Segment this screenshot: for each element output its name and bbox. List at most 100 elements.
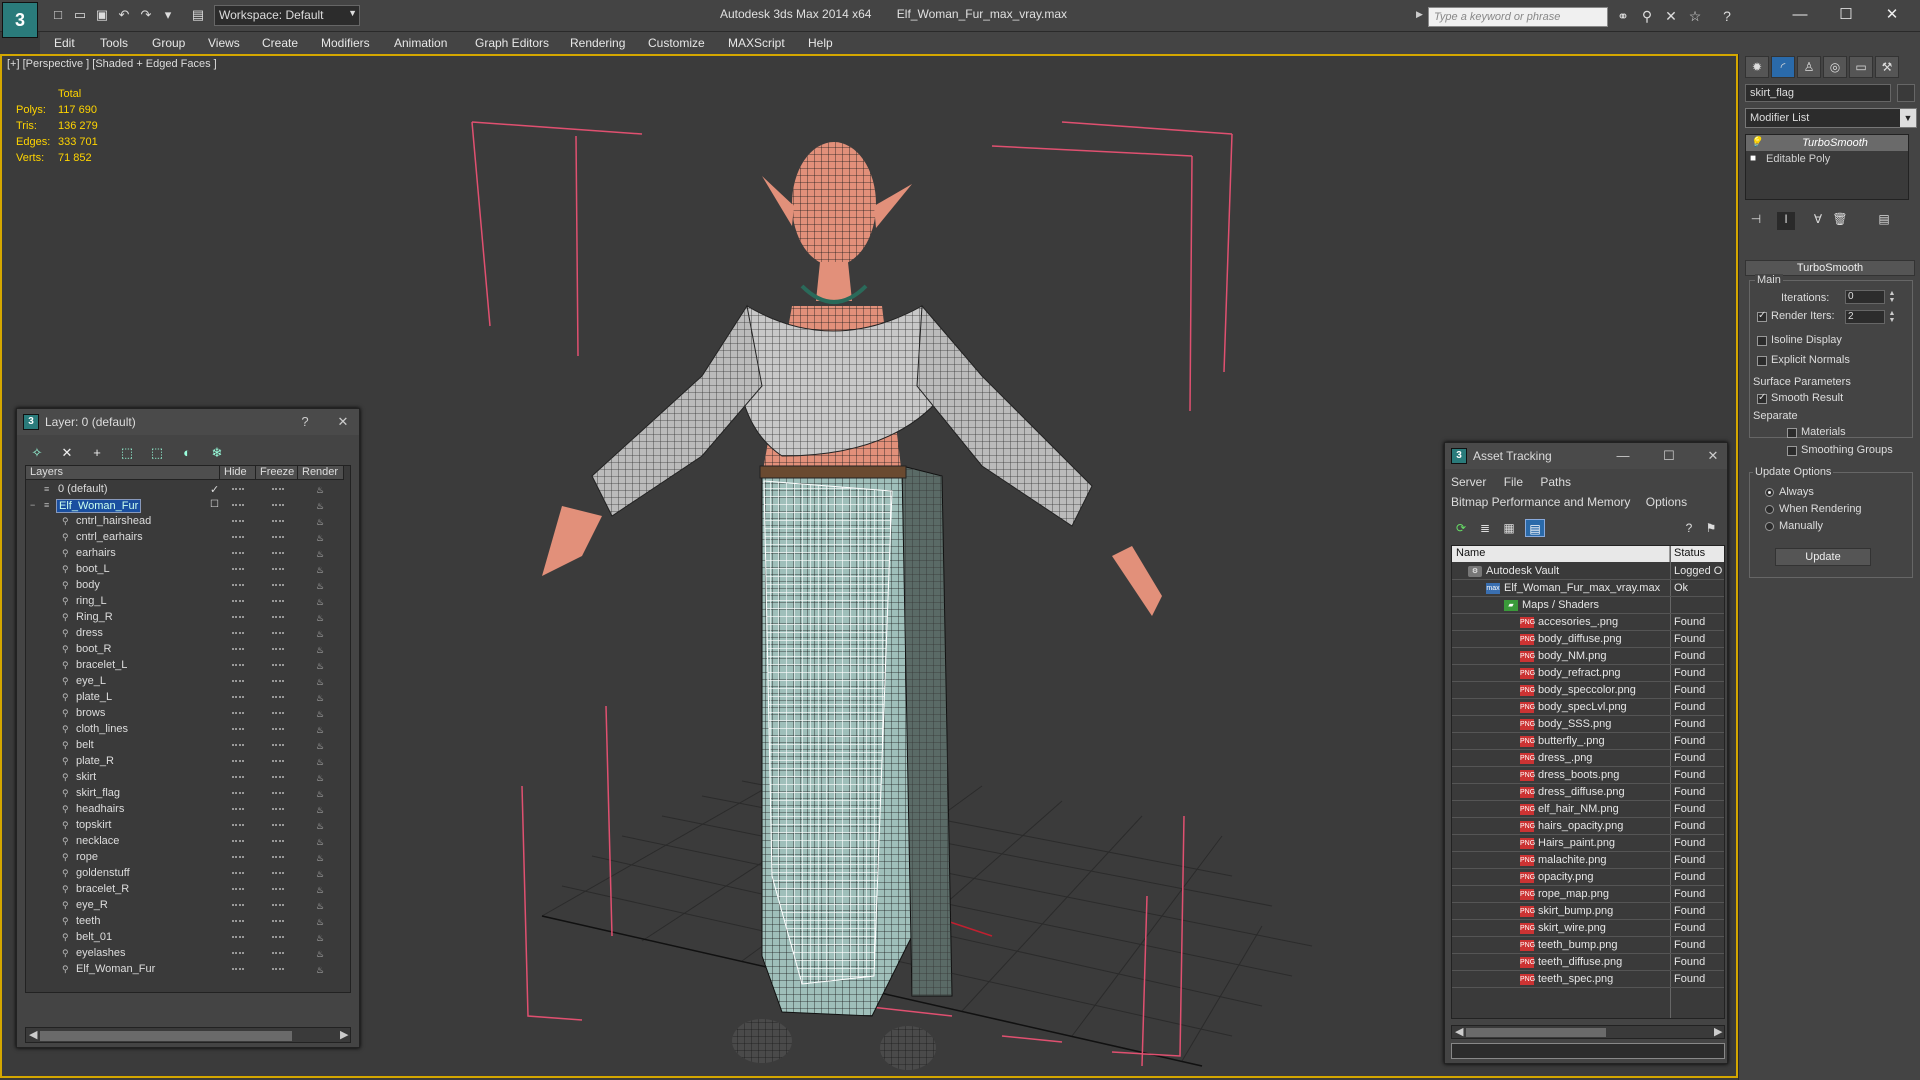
asset-row-map[interactable]: PNG rope_map.png Found [1452,886,1724,903]
freeze-toggle[interactable] [272,600,284,603]
teapot-render-icon[interactable]: ♨ [316,677,328,687]
list-view-icon[interactable]: ≣ [1475,519,1495,537]
highlight-icon[interactable]: ⚑ [1701,519,1721,537]
search-expand-icon[interactable]: ▶ [1416,9,1424,25]
hide-toggle[interactable] [232,520,244,523]
workspace-select[interactable]: Workspace: Default ▼ [214,5,360,26]
freeze-toggle[interactable] [272,536,284,539]
close-button[interactable]: ✕ [1701,447,1725,465]
hide-toggle[interactable] [232,696,244,699]
asset-row-map[interactable]: PNG skirt_wire.png Found [1452,920,1724,937]
layer-name[interactable]: topskirt [74,819,113,833]
freeze-toggle[interactable] [272,504,284,507]
communication-icon[interactable]: ✕ [1662,7,1680,25]
asset-row-map[interactable]: PNG opacity.png Found [1452,869,1724,886]
layer-name[interactable]: bracelet_R [74,883,131,897]
layer-name[interactable]: cntrl_hairshead [74,515,153,529]
layer-name[interactable]: cloth_lines [74,723,130,737]
menu-bitmap-performance[interactable]: Bitmap Performance and Memory [1451,495,1630,509]
teapot-render-icon[interactable]: ♨ [316,709,328,719]
layer-row[interactable]: ⚲ goldenstuff ♨ [26,866,350,882]
layer-row[interactable]: ⚲ dress ♨ [26,626,350,642]
freeze-toggle[interactable] [272,552,284,555]
hide-toggle[interactable] [232,936,244,939]
isoline-display-checkbox[interactable] [1757,336,1767,346]
teapot-render-icon[interactable]: ♨ [316,581,328,591]
layer-row[interactable]: ⚲ plate_L ♨ [26,690,350,706]
hide-toggle[interactable] [232,712,244,715]
layer-row[interactable]: ⚲ plate_R ♨ [26,754,350,770]
layer-name[interactable]: belt_01 [74,931,114,945]
close-button[interactable]: ✕ [1872,4,1912,26]
materials-checkbox[interactable] [1787,428,1797,438]
scroll-thumb[interactable] [1466,1028,1606,1037]
layer-row[interactable]: ⚲ topskirt ♨ [26,818,350,834]
lightbulb-icon[interactable]: 💡 [1750,137,1762,148]
layer-row[interactable]: ⚲ eye_R ♨ [26,898,350,914]
freeze-toggle[interactable] [272,920,284,923]
freeze-toggle[interactable] [272,488,284,491]
teapot-render-icon[interactable]: ♨ [316,885,328,895]
new-layer-icon[interactable]: ✧ [27,443,47,463]
menu-server[interactable]: Server [1451,475,1486,489]
freeze-toggle[interactable] [272,872,284,875]
menu-create[interactable]: Create [262,36,298,50]
layer-row[interactable]: ⚲ necklace ♨ [26,834,350,850]
freeze-toggle[interactable] [272,712,284,715]
layer-dialog-titlebar[interactable]: 3 Layer: 0 (default) ? ✕ [17,409,359,435]
hide-toggle[interactable] [232,680,244,683]
asset-row-map[interactable]: PNG body_diffuse.png Found [1452,631,1724,648]
asset-row-map[interactable]: PNG body_SSS.png Found [1452,716,1724,733]
search-input[interactable]: Type a keyword or phrase [1428,7,1608,27]
teapot-render-icon[interactable]: ♨ [316,805,328,815]
new-file-icon[interactable]: □ [50,7,66,23]
table-view-icon[interactable]: ▤ [1525,519,1545,537]
freeze-toggle[interactable] [272,584,284,587]
layer-name[interactable]: skirt_flag [74,787,122,801]
menu-animation[interactable]: Animation [394,36,447,50]
asset-row-map[interactable]: PNG dress_boots.png Found [1452,767,1724,784]
hide-toggle[interactable] [232,552,244,555]
freeze-toggle[interactable] [272,760,284,763]
layer-row[interactable]: ⚲ brows ♨ [26,706,350,722]
freeze-toggle[interactable] [272,520,284,523]
layer-name[interactable]: ring_L [74,595,109,609]
favorites-star-icon[interactable]: ☆ [1686,7,1704,25]
layer-row[interactable]: ⚲ bracelet_R ♨ [26,882,350,898]
hide-toggle[interactable] [232,648,244,651]
menu-tools[interactable]: Tools [100,36,128,50]
hide-toggle[interactable] [232,968,244,971]
column-freeze[interactable]: Freeze [256,466,298,480]
layer-name[interactable]: plate_R [74,755,116,769]
hide-toggle[interactable] [232,488,244,491]
collapse-minus-icon[interactable]: − [30,501,39,510]
layer-row[interactable]: ⚲ boot_R ♨ [26,642,350,658]
menu-edit[interactable]: Edit [54,36,75,50]
freeze-toggle[interactable] [272,696,284,699]
motion-tab-icon[interactable]: ◎ [1823,56,1847,78]
asset-row-map[interactable]: PNG teeth_bump.png Found [1452,937,1724,954]
hide-toggle[interactable] [232,872,244,875]
subscription-icon[interactable]: ⚲ [1638,7,1656,25]
teapot-render-icon[interactable]: ♨ [316,501,328,511]
layer-row[interactable]: ⚲ bracelet_L ♨ [26,658,350,674]
asset-row-map[interactable]: PNG malachite.png Found [1452,852,1724,869]
freeze-toggle[interactable] [272,680,284,683]
menu-maxscript[interactable]: MAXScript [728,36,785,50]
hide-toggle[interactable] [232,568,244,571]
teapot-render-icon[interactable]: ♨ [316,757,328,767]
teapot-render-icon[interactable]: ♨ [316,901,328,911]
teapot-render-icon[interactable]: ♨ [316,517,328,527]
hide-toggle[interactable] [232,664,244,667]
layer-name[interactable]: earhairs [74,547,118,561]
menu-modifiers[interactable]: Modifiers [321,36,370,50]
layer-name[interactable]: Ring_R [74,611,115,625]
layer-row[interactable]: ⚲ eyelashes ♨ [26,946,350,962]
spinner-arrows-icon[interactable]: ▲ ▼ [1887,290,1897,304]
column-status[interactable]: Status [1670,546,1724,562]
freeze-toggle[interactable] [272,792,284,795]
app-logo[interactable]: 3 [2,2,38,38]
layer-row[interactable]: ⚲ cntrl_earhairs ♨ [26,530,350,546]
modify-tab-icon[interactable]: ◜ [1771,56,1795,78]
scroll-left-icon[interactable]: ◀ [1455,1025,1463,1038]
